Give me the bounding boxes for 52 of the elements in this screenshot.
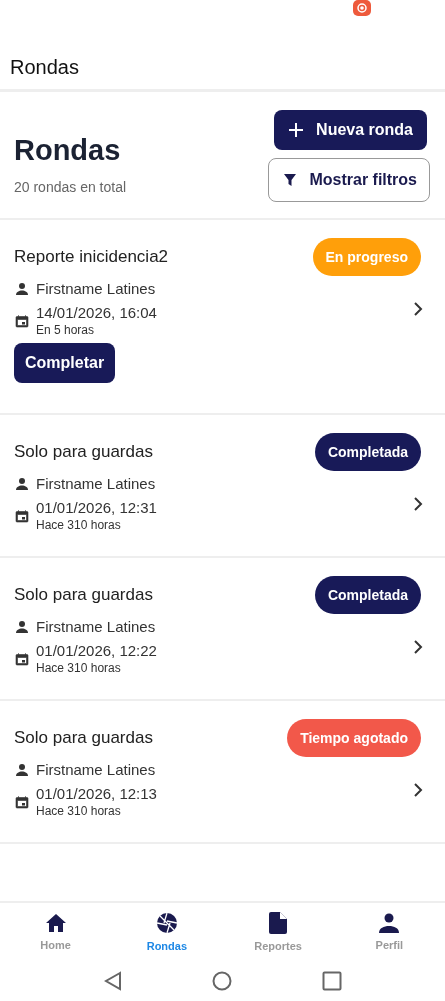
filter-icon — [283, 173, 298, 187]
home-icon — [44, 912, 67, 933]
aperture-icon — [155, 911, 178, 934]
round-title: Solo para guardas — [14, 442, 153, 462]
round-datetime: 01/01/2026, 12:31 — [36, 499, 157, 516]
new-round-button[interactable]: Nueva ronda — [274, 110, 427, 150]
page-title: Rondas — [14, 133, 122, 167]
calendar-icon — [15, 651, 29, 666]
relative-time: En 5 horas — [36, 323, 96, 337]
person-icon — [15, 281, 29, 296]
calendar-icon — [15, 794, 29, 809]
recents-icon[interactable] — [321, 970, 342, 991]
chevron-right-icon — [413, 301, 423, 316]
calendar-icon — [15, 313, 29, 328]
status-badge: Tiempo agotado — [287, 719, 421, 757]
round-title: Solo para guardas — [14, 585, 153, 605]
relative-time: Hace 310 horas — [36, 661, 122, 675]
person-icon — [379, 912, 400, 933]
app-bar-title: Rondas — [10, 55, 79, 79]
round-datetime: 14/01/2026, 16:04 — [36, 304, 157, 321]
user-name: Firstname Latines — [36, 475, 156, 492]
round-title: Solo para guardas — [14, 728, 153, 748]
show-filters-button[interactable]: Mostrar filtros — [268, 158, 430, 202]
round-title: Reporte inicidencia2 — [14, 247, 169, 267]
plus-icon — [288, 122, 305, 138]
round-count: 20 rondas en total — [14, 178, 127, 195]
nav-tab[interactable]: Rondas — [111, 903, 223, 960]
document-icon — [269, 911, 288, 934]
chevron-right-icon — [413, 639, 423, 654]
chevron-right-icon — [413, 496, 423, 511]
round-card[interactable]: Reporte inicidencia2 En progreso Firstname Latines 14/01/2026, 16:04 En 5 horas Completar — [0, 220, 445, 415]
user-name: Firstname Latines — [36, 761, 156, 778]
home-circle-icon[interactable] — [211, 970, 232, 991]
round-card[interactable]: Solo para guardas Tiempo agotado Firstname Latines 01/01/2026, 12:13 Hace 310 horas — [0, 701, 445, 844]
round-card[interactable]: Solo para guardas Completada Firstname Latines 01/01/2026, 12:31 Hace 310 horas — [0, 415, 445, 558]
relative-time: Hace 310 horas — [36, 804, 122, 818]
user-name: Firstname Latines — [36, 280, 156, 297]
round-datetime: 01/01/2026, 12:22 — [36, 642, 157, 659]
status-badge: Completada — [314, 576, 421, 614]
person-icon — [15, 619, 29, 634]
round-card[interactable]: Solo para guardas Completada Firstname Latines 01/01/2026, 12:22 Hace 310 horas — [0, 558, 445, 701]
back-icon[interactable] — [103, 970, 122, 991]
user-name: Firstname Latines — [36, 618, 156, 635]
person-icon — [15, 762, 29, 777]
chevron-right-icon — [413, 782, 423, 797]
status-badge: Completada — [314, 433, 421, 471]
calendar-icon — [15, 508, 29, 523]
person-icon — [15, 476, 29, 491]
relative-time: Hace 310 horas — [36, 518, 122, 532]
status-badge: En progreso — [312, 238, 421, 276]
complete-button[interactable]: Completar — [14, 343, 116, 383]
round-datetime: 01/01/2026, 12:13 — [36, 785, 157, 802]
